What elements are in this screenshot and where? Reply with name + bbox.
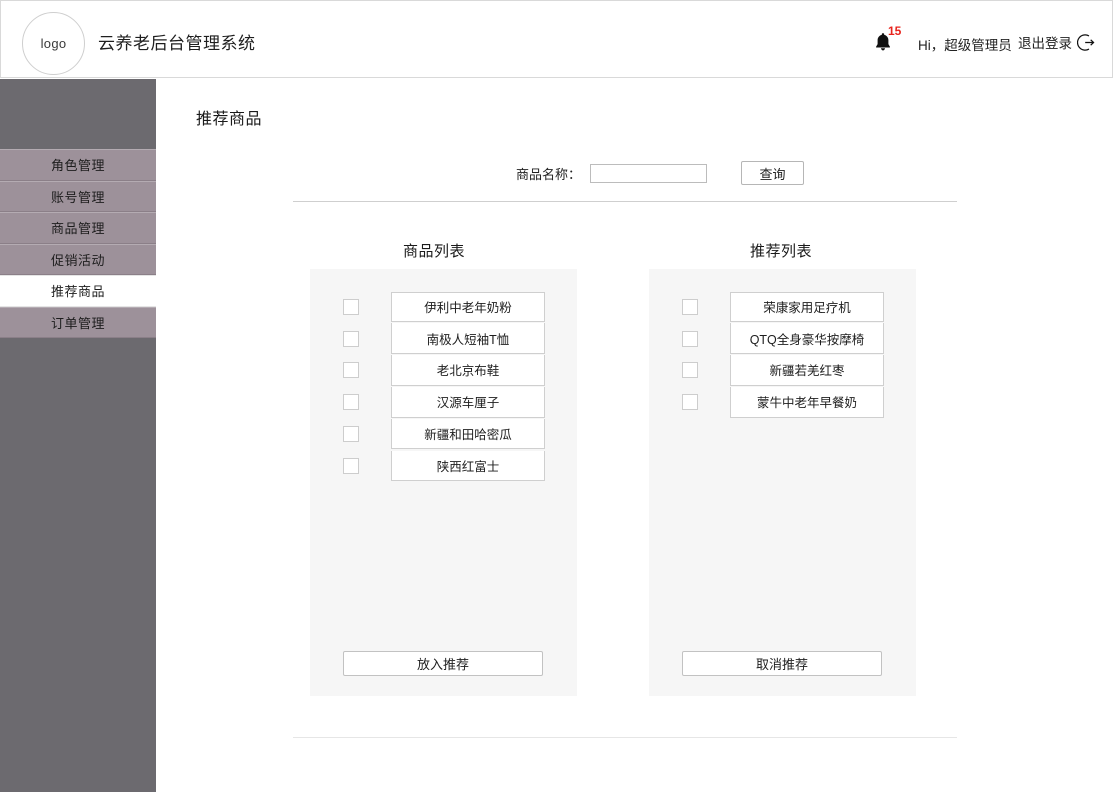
row-label: 新疆和田哈密瓜 <box>424 428 512 443</box>
list-item[interactable]: 汉源车厘子 <box>310 386 577 418</box>
sidebar-item-order-management[interactable]: 订单管理 <box>0 306 156 338</box>
app-root: logo 云养老后台管理系统 15 Hi，超级管理员 退出登录 角色管理 账号管… <box>0 0 1113 792</box>
page-title: 推荐商品 <box>196 111 263 128</box>
logout-button[interactable]: 退出登录 <box>1018 32 1096 52</box>
search-button[interactable]: 查询 <box>741 161 805 185</box>
list-item[interactable]: QTQ全身豪华按摩椅 <box>649 323 916 355</box>
divider-top <box>293 201 957 202</box>
row-label-box[interactable]: 荣康家用足疗机 <box>730 291 884 323</box>
product-list-panel: 伊利中老年奶粉 南极人短袖T恤 老北京布鞋 汉源车厘子 新疆和田哈密瓜 陕西红富… <box>310 269 577 696</box>
sidebar-item-account-management[interactable]: 账号管理 <box>0 180 156 212</box>
row-label: 蒙牛中老年早餐奶 <box>756 396 857 411</box>
row-label: 汉源车厘子 <box>436 396 500 411</box>
divider-bottom <box>293 737 957 738</box>
product-list-title: 商品列表 <box>403 243 466 260</box>
row-checkbox[interactable] <box>682 298 698 315</box>
search-input[interactable] <box>590 163 708 183</box>
logout-label: 退出登录 <box>1018 36 1072 51</box>
row-checkbox[interactable] <box>343 330 359 347</box>
row-label: QTQ全身豪华按摩椅 <box>749 332 865 347</box>
sidebar-item-label: 账号管理 <box>50 189 105 205</box>
app-title: 云养老后台管理系统 <box>98 34 256 53</box>
logo: logo <box>22 12 85 75</box>
row-label-box[interactable]: 老北京布鞋 <box>391 355 545 386</box>
list-item[interactable]: 荣康家用足疗机 <box>649 291 916 323</box>
cancel-recommend-button[interactable]: 取消推荐 <box>682 651 882 676</box>
add-to-recommend-label: 放入推荐 <box>416 657 469 672</box>
sidebar-nav: 角色管理 账号管理 商品管理 促销活动 推荐商品 订单管理 <box>0 149 156 338</box>
sidebar-item-promotion[interactable]: 促销活动 <box>0 243 156 275</box>
row-label-box[interactable]: 伊利中老年奶粉 <box>391 291 545 323</box>
recommend-list-title: 推荐列表 <box>750 243 813 260</box>
product-list: 伊利中老年奶粉 南极人短袖T恤 老北京布鞋 汉源车厘子 新疆和田哈密瓜 陕西红富… <box>310 291 577 482</box>
row-label-box[interactable]: 新疆若羌红枣 <box>730 355 884 386</box>
list-item[interactable]: 新疆若羌红枣 <box>649 355 916 387</box>
row-checkbox[interactable] <box>343 394 359 411</box>
sidebar: 角色管理 账号管理 商品管理 促销活动 推荐商品 订单管理 <box>0 79 156 792</box>
row-checkbox[interactable] <box>682 394 698 411</box>
add-to-recommend-button[interactable]: 放入推荐 <box>343 651 543 676</box>
row-checkbox[interactable] <box>682 330 698 347</box>
row-label: 陕西红富士 <box>436 459 500 474</box>
sidebar-item-product-management[interactable]: 商品管理 <box>0 212 156 244</box>
row-label: 伊利中老年奶粉 <box>424 301 512 316</box>
main-content: 推荐商品 商品名称： 查询 商品列表 伊利中老年奶粉 南极人短袖T恤 老北京布鞋… <box>156 79 1113 792</box>
row-label-box[interactable]: 汉源车厘子 <box>391 387 545 418</box>
list-item[interactable]: 陕西红富士 <box>310 450 577 482</box>
logout-icon <box>1077 33 1095 51</box>
user-greeting: Hi，超级管理员 <box>918 38 1012 53</box>
sidebar-item-label: 商品管理 <box>50 221 105 237</box>
row-label: 南极人短袖T恤 <box>426 332 510 347</box>
row-label-box[interactable]: QTQ全身豪华按摩椅 <box>730 323 884 354</box>
row-label-box[interactable]: 南极人短袖T恤 <box>391 323 545 354</box>
sidebar-item-label: 推荐商品 <box>50 284 105 300</box>
app-header: logo 云养老后台管理系统 15 Hi，超级管理员 退出登录 <box>0 0 1113 78</box>
notification-badge: 15 <box>888 24 902 38</box>
list-item[interactable]: 新疆和田哈密瓜 <box>310 418 577 450</box>
row-label-box[interactable]: 蒙牛中老年早餐奶 <box>730 387 884 418</box>
recommend-list: 荣康家用足疗机 QTQ全身豪华按摩椅 新疆若羌红枣 蒙牛中老年早餐奶 <box>649 291 916 418</box>
sidebar-item-label: 角色管理 <box>50 158 105 174</box>
list-item[interactable]: 伊利中老年奶粉 <box>310 291 577 323</box>
sidebar-item-role-management[interactable]: 角色管理 <box>0 149 156 181</box>
search-label: 商品名称： <box>516 166 582 182</box>
list-item[interactable]: 南极人短袖T恤 <box>310 323 577 355</box>
recommend-list-panel: 荣康家用足疗机 QTQ全身豪华按摩椅 新疆若羌红枣 蒙牛中老年早餐奶 取消推荐 <box>649 269 916 696</box>
row-label: 荣康家用足疗机 <box>763 301 851 316</box>
logo-text: logo <box>40 36 67 51</box>
cancel-recommend-label: 取消推荐 <box>755 657 808 672</box>
row-label-box[interactable]: 陕西红富士 <box>391 450 545 482</box>
sidebar-item-recommended-products[interactable]: 推荐商品 <box>0 275 156 307</box>
row-checkbox[interactable] <box>343 426 359 443</box>
list-item[interactable]: 蒙牛中老年早餐奶 <box>649 386 916 418</box>
row-label: 新疆若羌红枣 <box>769 364 845 379</box>
sidebar-item-label: 订单管理 <box>50 315 105 331</box>
row-checkbox[interactable] <box>343 457 359 474</box>
notifications-button[interactable]: 15 <box>874 24 912 57</box>
row-checkbox[interactable] <box>682 362 698 379</box>
row-checkbox[interactable] <box>343 298 359 315</box>
search-button-label: 查询 <box>759 166 786 182</box>
sidebar-item-label: 促销活动 <box>50 252 105 268</box>
row-label-box[interactable]: 新疆和田哈密瓜 <box>391 418 545 450</box>
search-bar: 商品名称： 查询 <box>516 161 805 185</box>
list-item[interactable]: 老北京布鞋 <box>310 355 577 387</box>
row-checkbox[interactable] <box>343 362 359 379</box>
row-label: 老北京布鞋 <box>436 364 500 379</box>
